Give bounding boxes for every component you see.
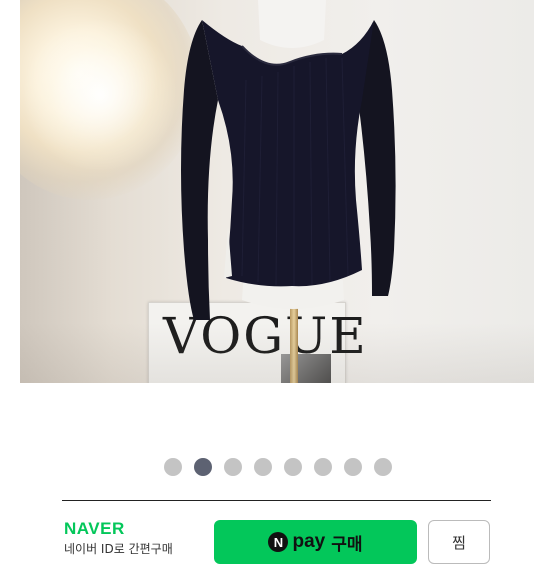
naver-subtitle: 네이버 ID로 간편구매 bbox=[64, 542, 173, 556]
carousel-dot[interactable] bbox=[224, 458, 242, 476]
floor-shadow bbox=[20, 323, 534, 383]
carousel-dot[interactable] bbox=[254, 458, 272, 476]
wishlist-button[interactable]: 찜 bbox=[428, 520, 490, 564]
naver-logo-text: NAVER bbox=[64, 519, 125, 538]
carousel-dot[interactable] bbox=[284, 458, 302, 476]
naver-pay-buy-button[interactable]: N pay 구매 bbox=[214, 520, 417, 564]
mannequin-neck bbox=[258, 0, 326, 48]
carousel-indicator bbox=[164, 458, 392, 476]
purchase-divider bbox=[62, 500, 491, 501]
carousel-dot[interactable] bbox=[374, 458, 392, 476]
carousel-dot[interactable] bbox=[164, 458, 182, 476]
black-knit-top bbox=[181, 0, 396, 320]
carousel-dot[interactable] bbox=[344, 458, 362, 476]
carousel-dot[interactable] bbox=[194, 458, 212, 476]
product-image[interactable]: VOGUE bbox=[20, 0, 534, 383]
npay-buy-label: 구매 bbox=[331, 534, 363, 555]
lamp-glow bbox=[20, 20, 180, 170]
npay-label: pay bbox=[292, 531, 326, 552]
carousel-dot[interactable] bbox=[314, 458, 332, 476]
naver-n-icon: N bbox=[268, 532, 289, 552]
